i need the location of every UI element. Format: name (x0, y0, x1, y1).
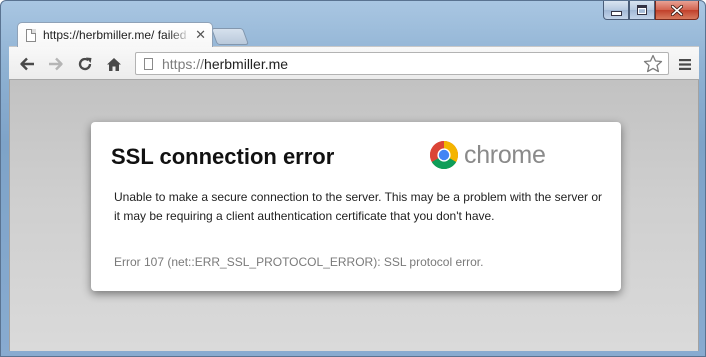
close-window-icon (671, 4, 683, 16)
tab-close-icon[interactable]: ✕ (195, 27, 206, 43)
browser-window: https://herbmiller.me/ failed ✕ https://… (0, 0, 706, 357)
chrome-logo-icon (430, 141, 458, 169)
chrome-brand: chrome (429, 140, 546, 170)
forward-arrow-icon (49, 57, 63, 71)
chrome-wordmark: chrome (464, 140, 546, 169)
window-controls (603, 1, 699, 21)
close-window-button[interactable] (655, 1, 699, 20)
home-icon (107, 57, 121, 71)
address-bar[interactable]: https://herbmiller.me (135, 52, 669, 75)
bookmark-button[interactable] (643, 54, 663, 78)
page-icon (26, 28, 36, 42)
address-url: https://herbmiller.me (162, 56, 288, 72)
minimize-button[interactable] (603, 1, 629, 20)
star-icon (643, 54, 663, 73)
tab-title: https://herbmiller.me/ failed (43, 28, 187, 42)
back-arrow-icon (20, 57, 34, 71)
toolbar: https://herbmiller.me (9, 46, 699, 80)
page-icon (144, 57, 153, 70)
menu-button[interactable] (673, 52, 697, 76)
back-button[interactable] (15, 52, 39, 76)
reload-button[interactable] (73, 52, 97, 76)
error-heading: SSL connection error (111, 144, 335, 169)
url-scheme: https:// (162, 55, 205, 72)
new-tab-button[interactable] (210, 28, 250, 45)
error-code: Error 107 (net::ERR_SSL_PROTOCOL_ERROR):… (114, 255, 484, 269)
home-button[interactable] (102, 52, 126, 76)
tab-active[interactable]: https://herbmiller.me/ failed ✕ (17, 22, 213, 47)
url-host: herbmiller.me (204, 55, 289, 72)
page-content: SSL connection error chrome Unable to ma… (9, 80, 699, 351)
minimize-icon (610, 10, 622, 16)
reload-icon (78, 57, 92, 71)
forward-button[interactable] (44, 52, 68, 76)
error-card: SSL connection error chrome Unable to ma… (91, 122, 621, 291)
hamburger-menu-icon (679, 58, 691, 70)
error-message: Unable to make a secure connection to th… (114, 190, 603, 223)
maximize-icon (637, 5, 647, 15)
maximize-button[interactable] (629, 1, 655, 20)
